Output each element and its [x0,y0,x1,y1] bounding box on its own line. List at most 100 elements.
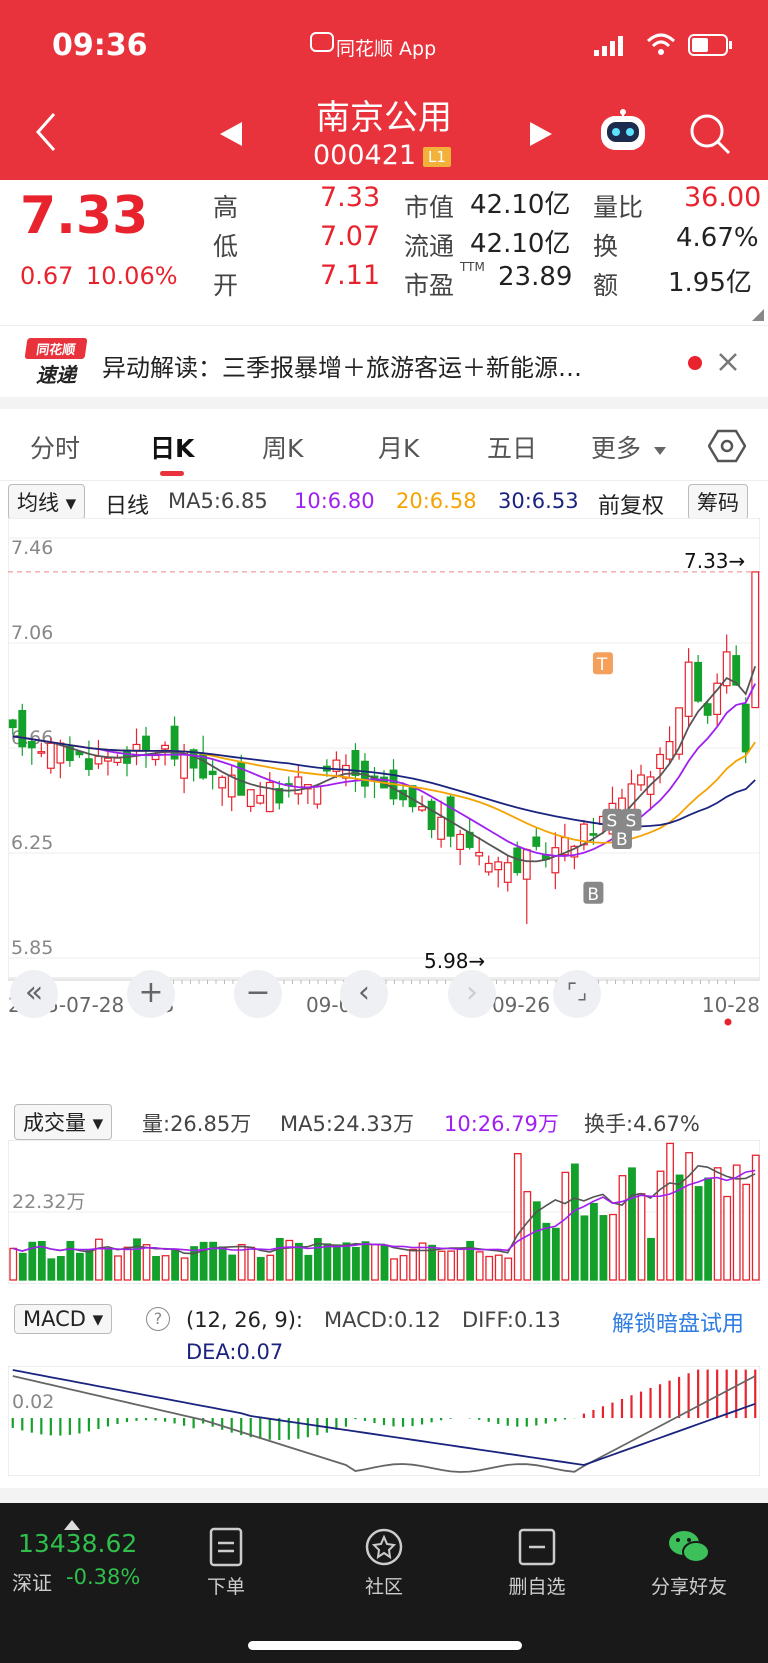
candle-body [503,862,512,883]
candle-body [475,851,484,857]
scroll-left-button[interactable]: ‹ [340,970,388,1018]
amount-value: 1.95亿 [668,268,752,298]
indicator-select[interactable]: 均线 ▾ [8,484,86,520]
tab-more[interactable]: 更多 [591,429,641,465]
close-icon[interactable] [718,352,738,376]
scroll-right-button[interactable]: › [448,970,496,1018]
search-icon[interactable] [688,112,732,160]
volume-ma10: 10:26.79万 [444,1112,559,1136]
volume-chart[interactable]: 22.32万 [8,1140,760,1284]
volume-bar [371,1243,379,1281]
volume-bar [732,1164,741,1281]
latest-dot [724,1018,732,1026]
active-tab-indicator [160,471,184,476]
macd-chart[interactable]: 0.02 [8,1366,760,1476]
nav-remove-watchlist[interactable]: 删自选 [492,1503,582,1599]
diff-value: DIFF:0.13 [462,1308,561,1332]
section-divider [0,397,768,409]
float-cap-label: 流通 [404,232,455,261]
news-banner[interactable]: 同花顺 速递 异动解读：三季报暴增＋旅游客运＋新能源… [0,325,768,397]
volume-bar [694,1186,703,1281]
nav-community[interactable]: 社区 [348,1503,420,1599]
signal-marker-label: B [587,885,599,905]
pe-value: 23.89 [498,262,573,292]
top-header: 09:36 同花顺 App 南京公用 000421 L1 [0,0,768,180]
candle-body [37,751,46,754]
volume-bar [637,1193,646,1281]
candle-body [132,743,141,751]
candle-body [84,758,93,770]
help-icon[interactable]: ? [146,1307,170,1331]
tab-monthly-k[interactable]: 月K [378,429,419,465]
order-icon [209,1527,243,1567]
volume-bar [352,1246,360,1281]
volume-bar [704,1177,713,1281]
volume-bar [142,1244,151,1281]
tab-daily-k[interactable]: 日K [150,429,194,465]
zoom-in-button[interactable]: + [127,970,175,1018]
ma10-label: 10:6.80 [294,489,375,513]
turnover-label: 换 [593,232,619,261]
kline-chart[interactable]: 7.467.066.666.255.857.33→5.98→TS SBB2025-… [8,518,760,1038]
next-stock-icon[interactable] [528,120,554,152]
news-badge-bottom: 速递 [36,363,76,387]
more-dropdown-icon [654,440,666,459]
volume-select[interactable]: 成交量 ▾ [14,1104,113,1140]
nav-remove-label: 删自选 [508,1576,566,1598]
expand-corner-icon[interactable] [752,306,764,325]
candle-body [208,770,217,776]
volume-bar [161,1255,170,1281]
volume-bar [551,1227,560,1281]
candle-body [104,757,112,762]
index-change: -0.38% [66,1565,141,1589]
volume-bar [380,1244,389,1281]
settings-hexagon-icon[interactable] [707,429,747,467]
volume-bar [266,1254,275,1281]
tab-five-day[interactable]: 五日 [487,429,537,465]
volume-bar [114,1255,122,1281]
volume-bar [580,1215,589,1281]
volume-bar [123,1246,132,1281]
level-badge: L1 [423,147,451,167]
adjust-label[interactable]: 前复权 [598,488,664,520]
volume-bar [104,1249,113,1281]
candle-body [532,836,541,847]
volume-select-label: 成交量 [23,1111,86,1135]
nav-order[interactable]: 下单 [190,1503,262,1599]
volume-value: 量:26.85万 [142,1112,252,1136]
candle-body [18,709,27,748]
candle-body [46,742,55,769]
tab-weekly-k[interactable]: 周K [262,429,303,465]
index-value[interactable]: 13438.62 [18,1529,137,1558]
tab-intraday[interactable]: 分时 [30,429,80,465]
turnover-value: 4.67% [676,223,759,253]
candle-body [589,833,598,836]
chip-button[interactable]: 筹码 [688,484,748,520]
community-icon [365,1528,403,1566]
news-text[interactable]: 异动解读：三季报暴增＋旅游客运＋新能源… [102,348,582,383]
candle-body [94,755,103,765]
fullscreen-button[interactable]: ⌜⌟ [553,970,601,1018]
volume-bar [323,1243,332,1281]
battery-icon [688,34,734,60]
high-label: 高 [213,193,239,222]
robot-assistant-icon[interactable] [597,108,649,158]
volume-bar [618,1175,627,1281]
volume-bar [590,1202,598,1281]
volume-bar [456,1248,465,1281]
candle-body [456,833,465,850]
unlock-link[interactable]: 解锁暗盘试用 [612,1306,744,1338]
section-divider-bottom [0,1488,768,1503]
volume-bar [647,1237,655,1281]
candle-body [637,774,645,786]
mkt-cap-value: 42.10亿 [470,190,571,220]
candle-body [8,719,17,729]
nav-share[interactable]: 分享好友 [644,1503,734,1599]
zoom-out-button[interactable]: − [234,970,282,1018]
volume-bar [95,1238,103,1281]
macd-select[interactable]: MACD ▾ [14,1304,113,1334]
collapse-left-button[interactable]: « [10,970,58,1018]
candle-body [256,794,265,804]
open-label: 开 [213,271,239,300]
home-indicator [248,1641,522,1650]
